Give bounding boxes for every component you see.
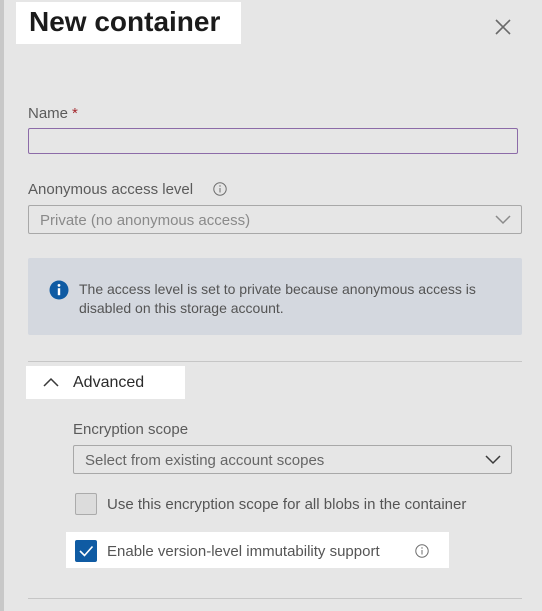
chevron-down-icon	[495, 215, 511, 225]
info-filled-icon	[49, 280, 69, 300]
access-level-value: Private (no anonymous access)	[40, 212, 251, 229]
name-label: Name *	[28, 105, 78, 122]
page-title: New container	[29, 6, 221, 37]
name-input[interactable]	[28, 128, 518, 154]
encryption-scope-value: Select from existing account scopes	[85, 452, 325, 469]
immutability-checkbox[interactable]	[75, 540, 97, 562]
checkmark-icon	[79, 545, 94, 557]
divider	[28, 598, 522, 599]
encryption-scope-select[interactable]: Select from existing account scopes	[73, 445, 512, 474]
close-button[interactable]	[490, 14, 516, 40]
access-level-label: Anonymous access level	[28, 181, 194, 198]
access-level-notice: The access level is set to private becau…	[28, 258, 522, 335]
access-level-select[interactable]: Private (no anonymous access)	[28, 205, 522, 234]
advanced-toggle[interactable]: Advanced	[26, 366, 185, 399]
use-scope-checkbox[interactable]	[75, 493, 97, 515]
name-label-text: Name	[28, 105, 69, 122]
info-icon[interactable]	[213, 182, 227, 196]
notice-text: The access level is set to private becau…	[79, 281, 476, 316]
divider	[28, 361, 522, 362]
advanced-label: Advanced	[73, 374, 145, 391]
required-mark: *	[72, 105, 78, 122]
use-scope-label: Use this encryption scope for all blobs …	[107, 496, 467, 513]
chevron-up-icon	[43, 377, 59, 387]
chevron-down-icon	[485, 455, 501, 465]
info-icon[interactable]	[415, 544, 429, 558]
encryption-scope-label: Encryption scope	[73, 421, 189, 438]
immutability-label: Enable version-level immutability suppor…	[107, 543, 380, 560]
close-icon	[495, 19, 511, 35]
